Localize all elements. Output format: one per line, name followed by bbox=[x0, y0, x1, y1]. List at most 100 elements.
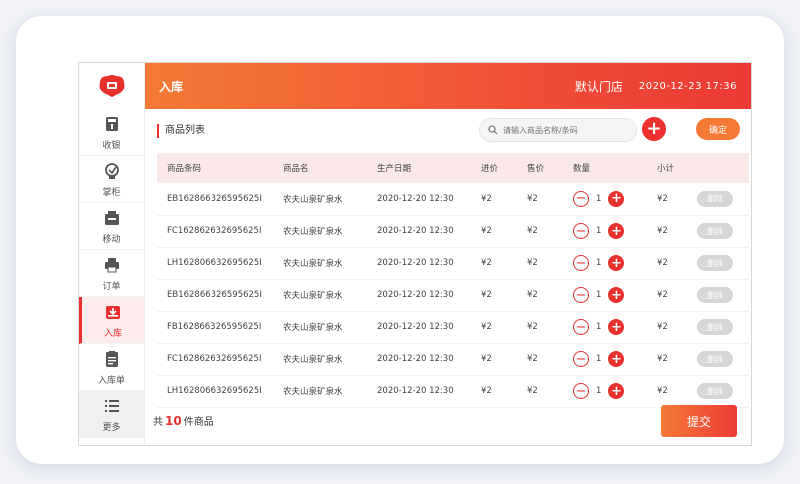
increase-button[interactable]: + bbox=[608, 255, 625, 271]
sidebar-item-0[interactable]: 收银 bbox=[79, 109, 144, 156]
cell-qty: −1 + bbox=[563, 247, 647, 279]
cell-qty: −1 + bbox=[563, 183, 647, 215]
increase-button[interactable]: + bbox=[608, 223, 625, 239]
cell-qty: −1 + bbox=[563, 343, 647, 375]
cell-barcode: FB162866326595625I bbox=[167, 322, 262, 332]
table-row: FC162862632695625I 农夫山泉矿泉水 2020-12-20 12:3… bbox=[157, 215, 749, 247]
delete-button[interactable]: 删除 bbox=[697, 190, 733, 207]
app-screen: 收银 掌柜 移动 订单 入库 入库单 更多 入库 默认门店 2020-12-23 17:36… bbox=[78, 62, 752, 446]
cell-action: 删除 bbox=[687, 343, 749, 375]
delete-button[interactable]: 删除 bbox=[697, 287, 733, 303]
cell-qty: −1 + bbox=[563, 215, 647, 247]
sidebar-item-2[interactable]: 移动 bbox=[79, 203, 144, 250]
sidebar-item-1[interactable]: 掌柜 bbox=[79, 156, 144, 203]
decrease-button[interactable]: − bbox=[573, 223, 589, 239]
increase-button[interactable]: + bbox=[608, 190, 625, 207]
quantity-stepper: −1 + bbox=[573, 351, 647, 367]
search-input[interactable] bbox=[503, 125, 623, 135]
decrease-button[interactable]: − bbox=[573, 319, 589, 335]
quantity-stepper: −1 + bbox=[573, 223, 647, 239]
cell-date: 2020-12-20 12:30 bbox=[377, 193, 454, 204]
search-box[interactable] bbox=[479, 118, 637, 142]
sidebar-item-label: 移动 bbox=[102, 235, 121, 245]
cell-barcode: EB162866326595625I bbox=[167, 290, 262, 300]
cell-name: 农夫山泉矿泉水 bbox=[283, 291, 343, 301]
add-product-button[interactable]: + bbox=[642, 117, 666, 141]
quantity-value: 1 bbox=[596, 193, 602, 204]
sidebar-item-label: 更多 bbox=[102, 423, 121, 433]
cell-date: 2020-12-20 12:30 bbox=[377, 226, 454, 236]
mobile-icon bbox=[101, 207, 123, 229]
cell-date: 2020-12-20 12:30 bbox=[377, 258, 454, 268]
decrease-button[interactable]: − bbox=[573, 287, 589, 303]
page-title: 入库 bbox=[159, 79, 184, 94]
sidebar-item-label: 入库单 bbox=[97, 376, 125, 386]
increase-button[interactable]: + bbox=[608, 287, 625, 303]
logo-icon bbox=[99, 75, 124, 97]
decrease-button[interactable]: − bbox=[573, 255, 589, 271]
col-action bbox=[687, 153, 749, 183]
cell-barcode: EB162866326595625I bbox=[167, 193, 262, 204]
cell-barcode: FC162862632695625I bbox=[167, 226, 262, 236]
delete-button[interactable]: 删除 bbox=[697, 319, 733, 335]
table-row: LH162806632695625I 农夫山泉矿泉水 2020-12-20 12:3… bbox=[157, 247, 749, 279]
cell-barcode: LH162806632695625I bbox=[167, 258, 262, 268]
total-count: 10 bbox=[165, 413, 182, 428]
header-bar: 入库 默认门店 2020-12-23 17:36 bbox=[145, 63, 751, 109]
cell-subtotal: ¥2 bbox=[657, 193, 668, 204]
quantity-value: 1 bbox=[596, 258, 602, 268]
section-title: 商品列表 bbox=[157, 124, 205, 138]
table-header-row: 商品条码 商品名 生产日期 进价 售价 数量 小计 bbox=[157, 153, 749, 183]
sidebar-item-5[interactable]: 入库单 bbox=[79, 344, 144, 391]
cell-cost: ¥2 bbox=[481, 354, 492, 364]
confirm-button[interactable]: 确定 bbox=[696, 118, 740, 140]
delete-button[interactable]: 删除 bbox=[697, 255, 733, 271]
cell-subtotal: ¥2 bbox=[657, 354, 668, 364]
delete-button[interactable]: 删除 bbox=[697, 351, 733, 367]
sidebar-item-label: 掌柜 bbox=[102, 188, 121, 198]
cell-price: ¥2 bbox=[527, 322, 538, 332]
delete-button[interactable]: 删除 bbox=[697, 223, 733, 239]
decrease-button[interactable]: − bbox=[573, 190, 589, 207]
cell-name: 农夫山泉矿泉水 bbox=[283, 227, 343, 237]
cell-date: 2020-12-20 12:30 bbox=[377, 322, 454, 332]
sidebar-item-label: 收银 bbox=[102, 141, 121, 151]
cashier-icon bbox=[101, 113, 123, 135]
cell-name: 农夫山泉矿泉水 bbox=[283, 259, 343, 269]
cell-name: 农夫山泉矿泉水 bbox=[283, 323, 343, 333]
sidebar-item-3[interactable]: 订单 bbox=[79, 250, 144, 297]
quantity-stepper: −1 + bbox=[573, 287, 647, 303]
quantity-value: 1 bbox=[596, 226, 602, 236]
sidebar-item-4[interactable]: 入库 bbox=[79, 297, 144, 344]
sidebar: 收银掌柜移动订单入库入库单更多 bbox=[79, 63, 145, 445]
cell-cost: ¥2 bbox=[481, 290, 492, 300]
cell-price: ¥2 bbox=[527, 290, 538, 300]
decrease-button[interactable]: − bbox=[573, 351, 589, 367]
cell-cost: ¥2 bbox=[481, 193, 492, 204]
submit-button[interactable]: 提交 bbox=[661, 405, 737, 437]
col-name: 商品名 bbox=[283, 164, 309, 174]
item-total: 共 10 件商品 bbox=[153, 413, 214, 428]
store-selector[interactable]: 默认门店 bbox=[575, 78, 623, 95]
cell-qty: −1 + bbox=[563, 279, 647, 311]
increase-button[interactable]: + bbox=[608, 351, 625, 367]
col-date: 生产日期 bbox=[377, 164, 412, 174]
sidebar-item-6[interactable]: 更多 bbox=[79, 391, 144, 438]
sidebar-item-label: 订单 bbox=[102, 282, 121, 292]
toolbar: 商品列表 + 确定 bbox=[145, 109, 751, 153]
quantity-stepper: −1 + bbox=[573, 190, 647, 207]
cell-barcode: FC162862632695625I bbox=[167, 354, 262, 364]
col-price: 售价 bbox=[527, 164, 545, 174]
col-qty: 数量 bbox=[573, 164, 591, 174]
col-cost: 进价 bbox=[481, 164, 499, 174]
cell-date: 2020-12-20 12:30 bbox=[377, 290, 454, 300]
cell-action: 删除 bbox=[687, 279, 749, 311]
total-prefix: 共 bbox=[153, 416, 163, 428]
main-content: 商品列表 + 确定 商品条码 商品名 生产日期 bbox=[145, 109, 751, 445]
document-icon bbox=[101, 348, 123, 370]
increase-button[interactable]: + bbox=[608, 319, 625, 335]
sidebar-item-label: 入库 bbox=[103, 329, 122, 339]
col-subtotal: 小计 bbox=[657, 164, 675, 174]
cell-date: 2020-12-20 12:30 bbox=[377, 354, 454, 364]
quantity-value: 1 bbox=[596, 322, 602, 332]
